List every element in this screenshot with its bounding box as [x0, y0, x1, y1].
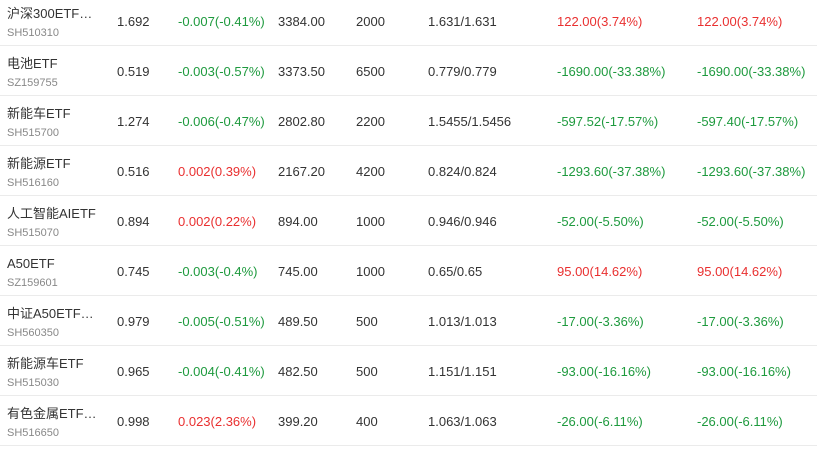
- price-cell: 0.965: [117, 364, 150, 379]
- cost-cell: 0.946/0.946: [428, 214, 497, 229]
- profit-loss-alt-cell: 95.00(14.62%): [697, 264, 783, 279]
- table-row[interactable]: A50ETF SZ159601 0.745 -0.003(-0.4%) 745.00 10…: [0, 247, 817, 296]
- price-cell: 0.745: [117, 264, 150, 279]
- change-cell: -0.005(-0.51%): [178, 314, 265, 329]
- change-cell: 0.002(0.39%): [178, 164, 257, 179]
- fund-code: SH516650: [7, 427, 59, 439]
- fund-code: SH516160: [7, 177, 59, 189]
- holdings-table: 沪深300ETF… SH510310 1.692 -0.007(-0.41%) 3384…: [0, 0, 817, 460]
- change-cell: -0.003(-0.4%): [178, 264, 258, 279]
- market-value-cell: 482.50: [278, 364, 318, 379]
- fund-name: 新能源车ETF: [7, 356, 84, 371]
- profit-loss-cell: -52.00(-5.50%): [557, 214, 644, 229]
- price-cell: 0.979: [117, 314, 150, 329]
- profit-loss-alt-cell: -26.00(-6.11%): [697, 414, 783, 429]
- change-cell: -0.003(-0.57%): [178, 64, 265, 79]
- price-cell: 1.692: [117, 14, 150, 29]
- shares-cell: 400: [356, 414, 378, 429]
- change-cell: -0.006(-0.47%): [178, 114, 265, 129]
- fund-code: SH560350: [7, 327, 59, 339]
- fund-code: SH510310: [7, 27, 59, 39]
- profit-loss-alt-cell: 122.00(3.74%): [697, 14, 783, 29]
- profit-loss-cell: -26.00(-6.11%): [557, 414, 643, 429]
- change-cell: 0.023(2.36%): [178, 414, 257, 429]
- table-row[interactable]: 新能车ETF SH515700 1.274 -0.006(-0.47%) 2802.80…: [0, 97, 817, 146]
- market-value-cell: 489.50: [278, 314, 318, 329]
- price-cell: 0.519: [117, 64, 150, 79]
- table-row[interactable]: 新能源车ETF SH515030 0.965 -0.004(-0.41%) 482.50…: [0, 347, 817, 396]
- table-row[interactable]: 有色金属ETF… SH516650 0.998 0.023(2.36%) 399.20 4…: [0, 397, 817, 446]
- profit-loss-cell: -1293.60(-37.38%): [557, 164, 666, 179]
- cost-cell: 0.65/0.65: [428, 264, 483, 279]
- cost-cell: 1.013/1.013: [428, 314, 497, 329]
- fund-name: A50ETF: [7, 256, 55, 271]
- profit-loss-alt-cell: -17.00(-3.36%): [697, 314, 784, 329]
- change-cell: -0.007(-0.41%): [178, 14, 265, 29]
- table-row[interactable]: 中证A50ETF… SH560350 0.979 -0.005(-0.51%) 489.…: [0, 297, 817, 346]
- market-value-cell: 2167.20: [278, 164, 325, 179]
- market-value-cell: 3384.00: [278, 14, 325, 29]
- fund-name: 新能源ETF: [7, 156, 71, 171]
- shares-cell: 1000: [356, 214, 385, 229]
- profit-loss-alt-cell: -93.00(-16.16%): [697, 364, 791, 379]
- fund-name: 中证A50ETF…: [7, 306, 94, 321]
- cost-cell: 0.824/0.824: [428, 164, 497, 179]
- cost-cell: 1.5455/1.5456: [428, 114, 512, 129]
- profit-loss-cell: -93.00(-16.16%): [557, 364, 651, 379]
- price-cell: 1.274: [117, 114, 150, 129]
- price-cell: 0.998: [117, 414, 150, 429]
- shares-cell: 2000: [356, 14, 385, 29]
- profit-loss-alt-cell: -1293.60(-37.38%): [697, 164, 806, 179]
- profit-loss-cell: 95.00(14.62%): [557, 264, 643, 279]
- shares-cell: 4200: [356, 164, 385, 179]
- price-cell: 0.894: [117, 214, 150, 229]
- profit-loss-cell: -17.00(-3.36%): [557, 314, 644, 329]
- shares-cell: 6500: [356, 64, 385, 79]
- fund-name: 电池ETF: [7, 56, 58, 71]
- cost-cell: 1.063/1.063: [428, 414, 497, 429]
- profit-loss-cell: -1690.00(-33.38%): [557, 64, 666, 79]
- fund-code: SZ159601: [7, 277, 58, 289]
- change-cell: -0.004(-0.41%): [178, 364, 265, 379]
- fund-code: SH515700: [7, 127, 59, 139]
- cost-cell: 0.779/0.779: [428, 64, 497, 79]
- shares-cell: 1000: [356, 264, 385, 279]
- cost-cell: 1.631/1.631: [428, 14, 497, 29]
- shares-cell: 500: [356, 364, 378, 379]
- profit-loss-alt-cell: -597.40(-17.57%): [697, 114, 799, 129]
- table-row[interactable]: 新能源ETF SH516160 0.516 0.002(0.39%) 2167.20 42…: [0, 147, 817, 196]
- cost-cell: 1.151/1.151: [428, 364, 497, 379]
- fund-name: 有色金属ETF…: [7, 406, 97, 421]
- market-value-cell: 3373.50: [278, 64, 325, 79]
- profit-loss-alt-cell: -1690.00(-33.38%): [697, 64, 806, 79]
- price-cell: 0.516: [117, 164, 150, 179]
- market-value-cell: 745.00: [278, 264, 318, 279]
- table-row[interactable]: 人工智能AIETF SH515070 0.894 0.002(0.22%) 894.00…: [0, 197, 817, 246]
- fund-code: SH515030: [7, 377, 59, 389]
- table-row[interactable]: 沪深300ETF… SH510310 1.692 -0.007(-0.41%) 3384…: [0, 0, 817, 46]
- fund-name: 沪深300ETF…: [7, 6, 93, 21]
- fund-name: 新能车ETF: [7, 106, 71, 121]
- fund-code: SH515070: [7, 227, 59, 239]
- table-row[interactable]: 电池ETF SZ159755 0.519 -0.003(-0.57%) 3373.50 6…: [0, 47, 817, 96]
- change-cell: 0.002(0.22%): [178, 214, 257, 229]
- fund-code: SZ159755: [7, 77, 58, 89]
- profit-loss-cell: -597.52(-17.57%): [557, 114, 659, 129]
- market-value-cell: 894.00: [278, 214, 318, 229]
- shares-cell: 2200: [356, 114, 385, 129]
- market-value-cell: 2802.80: [278, 114, 325, 129]
- profit-loss-alt-cell: -52.00(-5.50%): [697, 214, 784, 229]
- profit-loss-cell: 122.00(3.74%): [557, 14, 643, 29]
- fund-name: 人工智能AIETF: [7, 206, 96, 221]
- market-value-cell: 399.20: [278, 414, 318, 429]
- shares-cell: 500: [356, 314, 378, 329]
